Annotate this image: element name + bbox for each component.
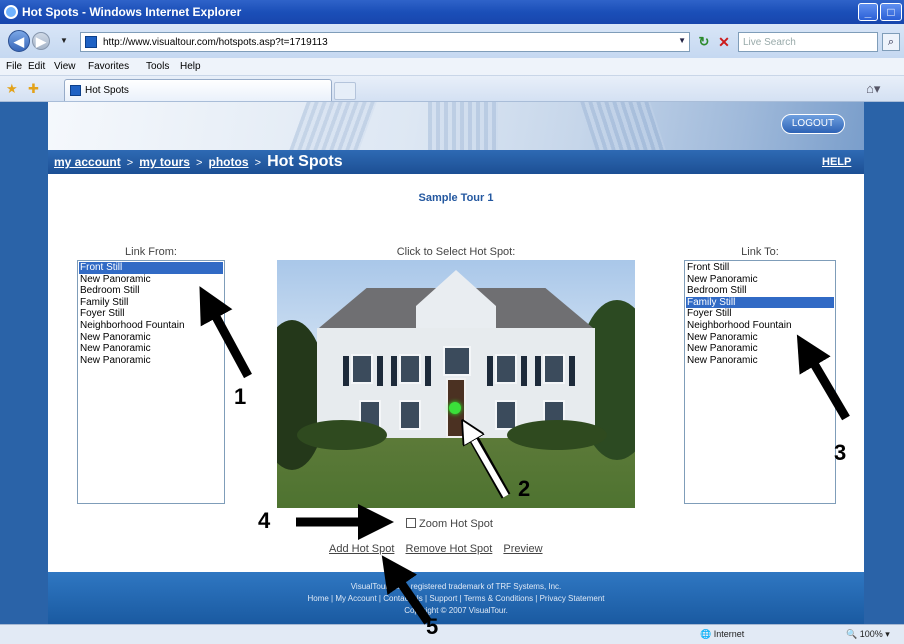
arrow-5 [381, 555, 432, 625]
annotation-arrows [199, 286, 850, 625]
annotation-number-5: 5 [426, 614, 439, 639]
arrow-1 [199, 286, 252, 379]
annotation-number-4: 4 [258, 508, 271, 533]
annotation-number-3: 3 [834, 440, 847, 465]
arrow-2 [468, 430, 509, 498]
annotation-number-2: 2 [518, 476, 531, 501]
annotation-number-1: 1 [234, 384, 247, 409]
arrow-3 [796, 334, 850, 421]
